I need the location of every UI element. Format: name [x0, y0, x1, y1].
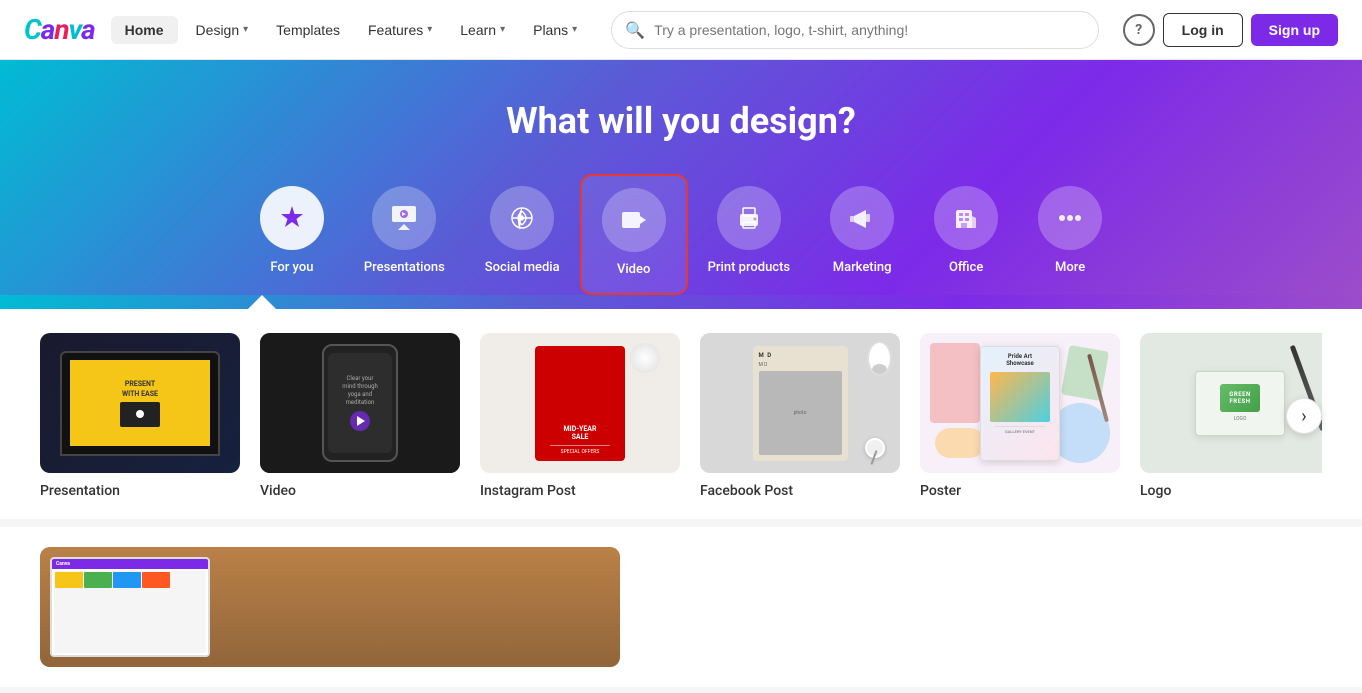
bottom-preview: Canva	[40, 547, 620, 667]
card-video-label: Video	[260, 483, 460, 499]
social-media-icon-wrap	[490, 186, 554, 250]
search-bar: 🔍	[611, 11, 1099, 49]
category-print-products[interactable]: Print products	[688, 174, 810, 295]
cards-row: PRESENT WITH EASE Presentation	[40, 333, 1322, 499]
card-instagram-post[interactable]: MID-YEARSALE SPECIAL OFFERS Instagram Po…	[480, 333, 680, 499]
more-icon-wrap	[1038, 186, 1102, 250]
features-nav-link[interactable]: Features ▾	[358, 16, 442, 44]
more-label: More	[1055, 260, 1085, 275]
hero-banner: What will you design? For you Presentat	[0, 60, 1362, 295]
navbar: Canva Home Design ▾ Templates Features ▾…	[0, 0, 1362, 60]
help-button[interactable]: ?	[1123, 14, 1155, 46]
office-icon-wrap	[934, 186, 998, 250]
card-poster-label: Poster	[920, 483, 1120, 499]
search-icon: 🔍	[625, 20, 645, 39]
video-icon-wrap	[602, 188, 666, 252]
office-label: Office	[949, 260, 983, 275]
learn-chevron-icon: ▾	[500, 24, 505, 35]
category-video[interactable]: Video	[580, 174, 688, 295]
section-divider	[0, 519, 1362, 527]
print-products-label: Print products	[708, 260, 790, 275]
cards-next-button[interactable]: ›	[1286, 398, 1322, 434]
social-media-icon	[506, 202, 538, 234]
card-instagram-post-label: Instagram Post	[480, 483, 680, 499]
card-presentation-thumb: PRESENT WITH EASE	[40, 333, 240, 473]
more-icon	[1054, 202, 1086, 234]
home-button[interactable]: Home	[111, 16, 178, 44]
features-chevron-icon: ▾	[427, 24, 432, 35]
category-more[interactable]: More	[1018, 174, 1122, 295]
plans-chevron-icon: ▾	[572, 24, 577, 35]
card-presentation-label: Presentation	[40, 483, 240, 499]
design-chevron-icon: ▾	[243, 24, 248, 35]
category-social-media[interactable]: Social media	[465, 174, 580, 295]
category-for-you[interactable]: For you	[240, 174, 344, 295]
for-you-icon	[276, 202, 308, 234]
card-video-thumb: Clear yourmind throughyoga andmeditation	[260, 333, 460, 473]
for-you-icon-wrap	[260, 186, 324, 250]
card-instagram-thumb: MID-YEARSALE SPECIAL OFFERS	[480, 333, 680, 473]
card-video[interactable]: Clear yourmind throughyoga andmeditation…	[260, 333, 460, 499]
for-you-label: For you	[270, 260, 313, 275]
category-office[interactable]: Office	[914, 174, 1018, 295]
presentations-icon	[388, 202, 420, 234]
card-facebook-post-label: Facebook Post	[700, 483, 900, 499]
print-products-icon-wrap	[717, 186, 781, 250]
templates-nav-link[interactable]: Templates	[266, 16, 350, 44]
category-presentations[interactable]: Presentations	[344, 174, 465, 295]
card-logo-label: Logo	[1140, 483, 1322, 499]
category-row: For you Presentations	[20, 174, 1342, 295]
canva-logo[interactable]: Canva	[24, 13, 95, 46]
video-label: Video	[617, 262, 650, 277]
presentations-icon-wrap	[372, 186, 436, 250]
learn-nav-link[interactable]: Learn ▾	[450, 16, 515, 44]
plans-nav-link[interactable]: Plans ▾	[523, 16, 587, 44]
video-icon	[618, 204, 650, 236]
bottom-laptop-mockup: Canva	[50, 557, 210, 657]
card-presentation[interactable]: PRESENT WITH EASE Presentation	[40, 333, 240, 499]
login-button[interactable]: Log in	[1163, 13, 1243, 47]
search-input[interactable]	[611, 11, 1099, 49]
marketing-icon-wrap	[830, 186, 894, 250]
design-nav-link[interactable]: Design ▾	[186, 16, 259, 44]
bottom-section: Canva	[0, 527, 1362, 687]
signup-button[interactable]: Sign up	[1251, 14, 1338, 46]
content-section: PRESENT WITH EASE Presentation	[0, 309, 1362, 519]
category-marketing[interactable]: Marketing	[810, 174, 914, 295]
print-products-icon	[733, 202, 765, 234]
hero-title: What will you design?	[20, 100, 1342, 142]
card-facebook-post[interactable]: M D M D photo	[700, 333, 900, 499]
social-media-label: Social media	[485, 260, 560, 275]
presentations-label: Presentations	[364, 260, 445, 275]
office-icon	[950, 202, 982, 234]
card-poster-thumb: Pride ArtShowcase GALLERY EVENT	[920, 333, 1120, 473]
marketing-label: Marketing	[833, 260, 892, 275]
card-facebook-thumb: M D M D photo	[700, 333, 900, 473]
card-poster[interactable]: Pride ArtShowcase GALLERY EVENT Poster	[920, 333, 1120, 499]
marketing-icon	[846, 202, 878, 234]
